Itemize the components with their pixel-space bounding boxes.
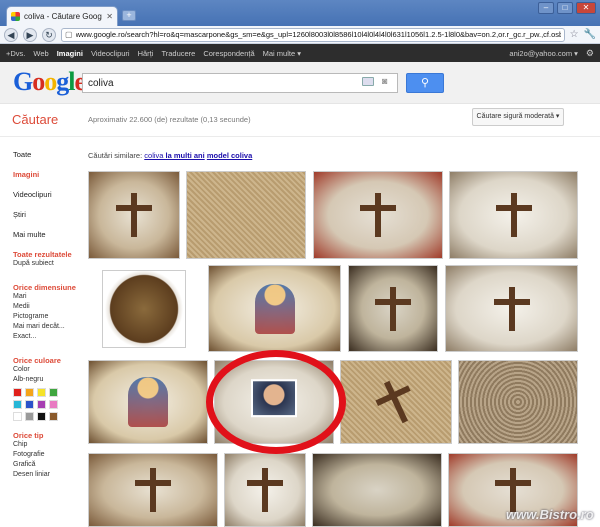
related-link-2[interactable]: model coliva: [207, 151, 252, 160]
close-window-icon[interactable]: ✕: [576, 2, 596, 14]
forward-icon[interactable]: ▶: [23, 27, 37, 42]
sidebar-item-more[interactable]: Mai multe: [13, 230, 81, 240]
size-option[interactable]: Exact...: [13, 332, 81, 342]
sidebar-item-images[interactable]: Imagini: [13, 170, 81, 180]
search-input[interactable]: coliva: [82, 73, 398, 93]
keyboard-icon[interactable]: [362, 77, 374, 86]
image-result[interactable]: [208, 265, 341, 352]
page-title: Căutare: [12, 112, 59, 127]
color-option[interactable]: Alb-negru: [13, 375, 81, 385]
camera-icon[interactable]: ◙: [382, 76, 393, 87]
back-icon[interactable]: ◀: [4, 27, 18, 42]
search-icon: ⚲: [420, 77, 430, 89]
image-result[interactable]: [313, 171, 443, 259]
color-swatch[interactable]: [25, 388, 34, 397]
color-swatches: [13, 388, 81, 421]
image-result[interactable]: [88, 171, 180, 259]
image-result[interactable]: [88, 360, 208, 444]
close-tab-icon[interactable]: ✕: [106, 12, 113, 21]
color-swatch[interactable]: [37, 388, 46, 397]
color-swatch[interactable]: [49, 400, 58, 409]
sidebar-item-news[interactable]: Știri: [13, 210, 81, 220]
image-result[interactable]: [449, 171, 578, 259]
account-email[interactable]: ani2o@yahoo.com ▾: [509, 49, 578, 58]
filter-by-subject[interactable]: După subiect: [13, 259, 81, 269]
address-bar[interactable]: ▢ www.google.ro/search?hl=ro&q=mascarpon…: [61, 27, 565, 42]
gbar-item-web[interactable]: Web: [33, 49, 48, 58]
saint-icon: [128, 377, 168, 427]
type-option[interactable]: Fotografie: [13, 450, 81, 460]
wrench-menu-icon[interactable]: 🔧: [584, 29, 596, 40]
size-option[interactable]: Mari: [13, 292, 81, 302]
page-icon: ▢: [65, 30, 73, 39]
gbar-item-images[interactable]: Imagini: [57, 49, 83, 58]
image-result[interactable]: [224, 453, 306, 527]
filter-all-results[interactable]: Toate rezultatele: [13, 250, 81, 259]
image-result[interactable]: [186, 171, 306, 259]
minimize-icon[interactable]: –: [538, 2, 554, 14]
google-logo[interactable]: Google: [13, 69, 86, 95]
image-result[interactable]: [458, 360, 578, 444]
color-option[interactable]: Color: [13, 365, 81, 375]
color-swatch[interactable]: [37, 412, 46, 421]
image-result[interactable]: [102, 270, 186, 348]
gbar-item-more[interactable]: Mai multe ▾: [263, 49, 301, 58]
gear-icon[interactable]: ⚙: [586, 48, 594, 59]
image-result[interactable]: [348, 265, 438, 352]
browser-tab-strip: coliva - Căutare Google ✕ + – □ ✕: [0, 0, 600, 26]
color-swatch[interactable]: [25, 412, 34, 421]
gbar-item-translate[interactable]: Traducere: [161, 49, 195, 58]
image-result[interactable]: [214, 360, 334, 444]
related-link-1[interactable]: coliva la multi ani: [144, 151, 204, 160]
maximize-icon[interactable]: □: [557, 2, 573, 14]
google-bar: +Dvs. Web Imagini Videoclipuri Hărți Tra…: [0, 44, 600, 62]
image-result[interactable]: [445, 265, 578, 352]
filter-type-head[interactable]: Orice tip: [13, 431, 81, 440]
color-swatch[interactable]: [25, 400, 34, 409]
gbar-item-plus[interactable]: +Dvs.: [6, 49, 25, 58]
size-option[interactable]: Medii: [13, 302, 81, 312]
gbar-item-videos[interactable]: Videoclipuri: [91, 49, 130, 58]
sidebar-item-videos[interactable]: Videoclipuri: [13, 190, 81, 200]
related-label: Căutări similare:: [88, 151, 143, 160]
window-controls: – □ ✕: [538, 2, 596, 14]
new-tab-button[interactable]: +: [122, 10, 136, 21]
type-option[interactable]: Grafică: [13, 460, 81, 470]
image-result[interactable]: [340, 360, 452, 444]
header-divider: [0, 136, 600, 137]
related-searches: Căutări similare: coliva la multi ani mo…: [88, 151, 252, 160]
color-swatch[interactable]: [37, 400, 46, 409]
filter-size-head[interactable]: Orice dimensiune: [13, 283, 81, 292]
color-swatch[interactable]: [13, 400, 22, 409]
sidebar: Toate Imagini Videoclipuri Știri Mai mul…: [13, 150, 81, 480]
color-swatch[interactable]: [49, 412, 58, 421]
type-option[interactable]: Chip: [13, 440, 81, 450]
portrait-photo-icon: [251, 379, 297, 418]
sidebar-item-all[interactable]: Toate: [13, 150, 81, 160]
color-swatch[interactable]: [13, 388, 22, 397]
result-stats: Aproximativ 22.600 (de) rezultate (0,13 …: [88, 115, 251, 124]
reload-icon[interactable]: ↻: [42, 27, 56, 42]
image-result[interactable]: [88, 453, 218, 527]
search-button[interactable]: ⚲: [406, 73, 444, 93]
bookmark-star-icon[interactable]: ☆: [570, 29, 579, 40]
filter-color-head[interactable]: Orice culoare: [13, 356, 81, 365]
search-header: Google coliva ◙ ⚲: [0, 62, 600, 104]
watermark: www.Bistro.ro: [506, 507, 594, 522]
safe-search-dropdown[interactable]: Căutare sigură moderată ▾: [472, 108, 564, 126]
type-option[interactable]: Desen liniar: [13, 470, 81, 480]
saints-icon: [254, 283, 295, 334]
gbar-item-maps[interactable]: Hărți: [138, 49, 154, 58]
address-url: www.google.ro/search?hl=ro&q=mascarpone&…: [75, 30, 561, 39]
tab-title: coliva - Căutare Google: [24, 12, 103, 21]
image-result[interactable]: [312, 453, 442, 527]
color-swatch[interactable]: [49, 388, 58, 397]
color-swatch[interactable]: [13, 412, 22, 421]
browser-tab[interactable]: coliva - Căutare Google ✕: [6, 6, 118, 26]
size-option[interactable]: Pictograme: [13, 312, 81, 322]
size-option[interactable]: Mai mari decât...: [13, 322, 81, 332]
browser-toolbar: ◀ ▶ ↻ ▢ www.google.ro/search?hl=ro&q=mas…: [0, 26, 600, 44]
google-favicon-icon: [11, 12, 20, 21]
gbar-item-mail[interactable]: Corespondență: [203, 49, 254, 58]
